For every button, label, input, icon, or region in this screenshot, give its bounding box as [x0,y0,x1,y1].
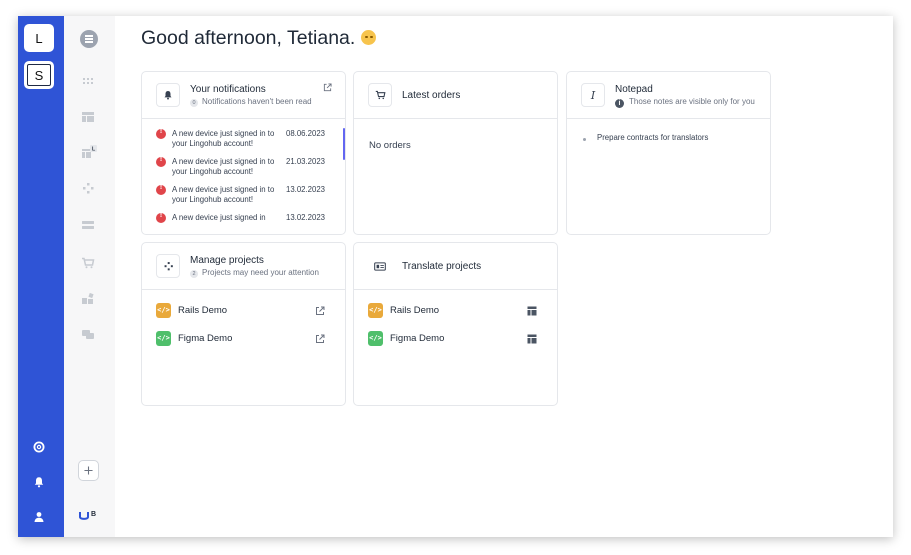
notepad-italic-box: I [581,83,605,107]
notifications-card-header: Your notifications 0 Notifications haven'… [142,72,345,119]
notification-text: A new device just signed in to your Ling… [172,129,275,148]
orders-card-header: Latest orders [354,72,557,119]
orders-cart-box [368,83,392,107]
project-row[interactable]: </> Rails Demo [368,303,548,319]
open-external-icon[interactable] [315,334,325,344]
notepad-subtitle-text: Those notes are visible only for you [629,97,755,106]
warning-icon [156,184,166,195]
warning-icon [156,156,166,167]
project-row[interactable]: </> Rails Demo [156,303,336,319]
text-cursor-icon: I [590,88,596,102]
projects-local-icon[interactable]: L [81,145,97,159]
orders-cart-icon[interactable] [81,257,95,269]
brand-logo: B [79,510,101,524]
smile-emoji-icon [361,30,377,45]
manage-projects-card: Manage projects 2 Projects may need your … [141,242,346,406]
open-external-icon[interactable] [315,306,325,316]
page-title: Good afternoon, Tetiana. [141,27,377,50]
integrations-icon [164,262,173,271]
translate-projects-card-header: Translate projects [354,243,557,290]
workspace-l-button[interactable]: L [24,24,54,52]
translate-projects-title: Translate projects [402,261,482,272]
orders-card: Latest orders No orders [353,71,558,235]
warning-icon [156,212,166,223]
translate-projects-card: Translate projects </> Rails Demo </> Fi… [353,242,558,406]
project-name: Figma Demo [178,333,233,344]
notepad-card: I Notepad i Those notes are visible only … [566,71,771,235]
translate-id-card-icon [374,261,386,271]
project-name: Rails Demo [390,305,440,316]
notification-text: A new device just signed in [172,213,266,222]
notification-date: 13.02.2023 [286,213,326,222]
note-item[interactable]: Prepare contracts for translators [597,133,708,142]
notification-text: A new device just signed in to your Ling… [172,157,275,176]
cart-icon [375,90,385,100]
manage-projects-count-badge: 2 [190,270,198,278]
brand-badge: B [91,511,97,518]
workspace-rail: L S [18,16,64,537]
apps-grid-icon[interactable] [81,75,95,87]
notifications-scrollbar[interactable] [343,128,345,160]
project-name: Rails Demo [178,305,228,316]
manage-projects-icon-box [156,254,180,278]
widgets-icon[interactable] [81,293,95,305]
code-icon: </> [368,331,383,346]
notifications-card: Your notifications 0 Notifications haven'… [141,71,346,235]
orders-title: Latest orders [402,90,461,101]
code-icon: </> [156,331,171,346]
manage-projects-card-header: Manage projects 2 Projects may need your … [142,243,345,290]
notepad-title: Notepad [615,84,653,95]
dashboard-main: Good afternoon, Tetiana. Your notificati… [115,16,893,537]
warning-icon [156,128,166,139]
support-icon[interactable] [33,441,45,453]
project-name: Figma Demo [390,333,445,344]
project-row[interactable]: </> Figma Demo [156,331,336,347]
bell-icon[interactable] [33,476,45,488]
notepad-subtitle: i Those notes are visible only for you [615,97,755,108]
projects-icon[interactable] [81,111,95,123]
app-sidebar: L B [64,16,116,537]
user-icon[interactable] [33,511,45,523]
dashboard-nav-icon[interactable] [80,30,98,48]
notification-date: 13.02.2023 [286,185,326,194]
code-icon: </> [156,303,171,318]
note-bullet [583,138,586,141]
notifications-subtitle-text: Notifications haven't been read [202,97,312,106]
manage-projects-title: Manage projects [190,255,264,266]
notifications-title: Your notifications [190,84,266,95]
greeting-text: Good afternoon, Tetiana. [141,27,356,49]
translate-editor-icon[interactable] [527,334,537,344]
open-external-icon[interactable] [323,83,332,92]
orders-empty-text: No orders [369,140,411,151]
project-row[interactable]: </> Figma Demo [368,331,548,347]
translate-icon-box [368,254,392,278]
notification-date: 08.06.2023 [286,129,326,138]
workspace-s-button[interactable]: S [24,61,54,89]
code-icon: </> [368,303,383,318]
bell-icon [164,91,172,100]
notification-text: A new device just signed in to your Ling… [172,185,275,204]
storage-icon[interactable] [81,219,95,231]
notifications-count-badge: 0 [190,99,198,107]
manage-projects-subtitle-text: Projects may need your attention [202,268,319,277]
notification-date: 21.03.2023 [286,157,326,166]
notifications-subtitle: 0 Notifications haven't been read [190,97,312,107]
integrations-icon[interactable] [81,182,95,194]
chat-icon[interactable] [81,329,95,341]
notifications-bell-box [156,83,180,107]
add-button[interactable] [78,460,99,481]
plus-icon [84,466,93,475]
lingohub-logo-icon [79,512,89,520]
notepad-card-header: I Notepad i Those notes are visible only … [567,72,770,119]
manage-projects-subtitle: 2 Projects may need your attention [190,268,319,278]
translate-editor-icon[interactable] [527,306,537,316]
app-window: L S L B Good afternoon, Tetiana. Your no… [18,16,893,537]
info-icon: i [615,99,624,108]
